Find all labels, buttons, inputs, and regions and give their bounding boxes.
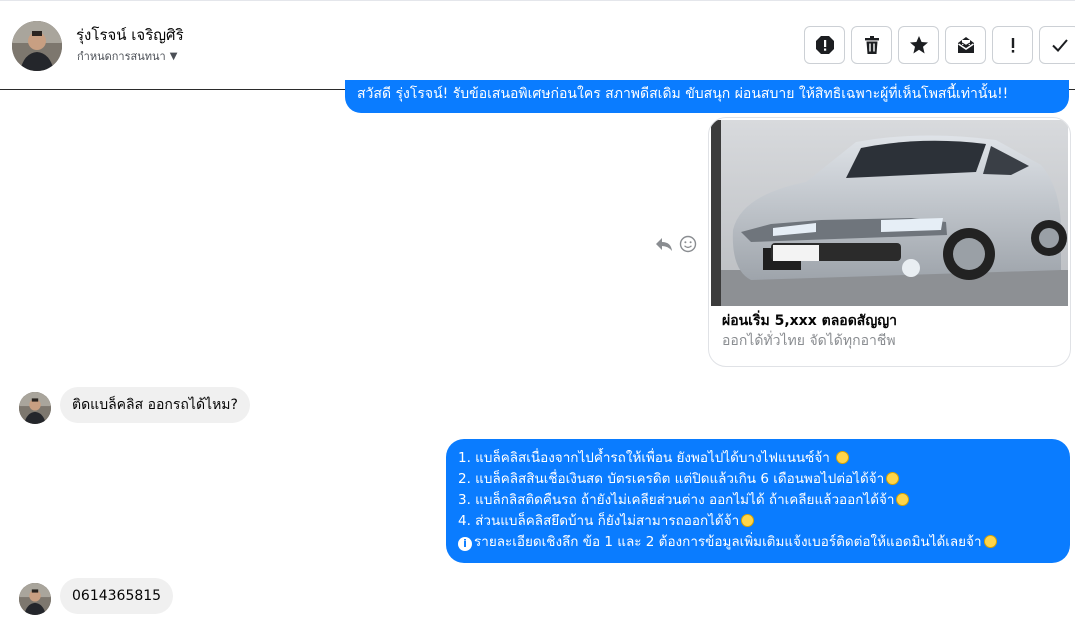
emoji-icon xyxy=(836,451,850,464)
car-photo xyxy=(711,120,1068,306)
emoji-icon xyxy=(886,472,900,485)
sender-avatar[interactable] xyxy=(19,583,51,615)
answer-line: 2. แบล็คลิสสินเชื่อเงินสด บัตรเครดิต แต่… xyxy=(458,469,1058,490)
emoji-icon xyxy=(741,514,755,527)
star-button[interactable] xyxy=(898,26,939,64)
conversation-header: รุ่งโรจน์ เจริญศิริ กำหนดการสนทนา ▼ xyxy=(0,0,1075,90)
card-title: ผ่อนเริ่ม 5,xxx ตลอดสัญญา xyxy=(722,313,898,329)
contact-name[interactable]: รุ่งโรจน์ เจริญศิริ xyxy=(76,23,184,47)
mark-unread-icon xyxy=(957,37,974,53)
info-icon: i xyxy=(458,537,472,551)
reply-icon[interactable] xyxy=(655,236,673,252)
emoji-icon xyxy=(983,535,997,548)
delete-button[interactable] xyxy=(851,26,892,64)
schedule-label: กำหนดการสนทนา xyxy=(77,50,166,63)
emoji-react-icon[interactable] xyxy=(679,235,697,253)
check-icon xyxy=(1051,39,1068,52)
exclamation-icon xyxy=(1011,38,1014,53)
report-icon xyxy=(815,36,834,54)
mark-unread-button[interactable] xyxy=(945,26,986,64)
card-subtitle: ออกได้ทั่วไทย จัดได้ทุกอาชีพ xyxy=(722,333,896,349)
answer-line: i รายละเอียดเชิงลึก ข้อ 1 และ 2 ต้องการข้… xyxy=(458,532,1058,553)
outgoing-message-answer[interactable]: 1. แบล็คลิสเนื่องจากไปค้ำรถให้เพื่อน ยัง… xyxy=(446,439,1070,563)
answer-line: 3. แบล็กลิสติดคืนรถ ถ้ายังไม่เคลียส่วนต่… xyxy=(458,490,1058,511)
contact-avatar[interactable] xyxy=(12,21,62,71)
header-actions xyxy=(804,26,1075,64)
report-button[interactable] xyxy=(804,26,845,64)
sender-avatar[interactable] xyxy=(19,392,51,424)
incoming-message-phone[interactable]: 0614365815 xyxy=(60,578,174,614)
car-offer-card[interactable]: ผ่อนเริ่ม 5,xxx ตลอดสัญญา ออกได้ทั่วไทย … xyxy=(708,117,1071,367)
trash-icon xyxy=(864,36,879,54)
caret-down-icon: ▼ xyxy=(169,50,178,62)
incoming-message-question[interactable]: ติดแบล็คลิส ออกรถได้ไหม? xyxy=(60,387,250,423)
answer-line: 4. ส่วนแบล็คลิสยึดบ้าน ก็ยังไม่สามารถออก… xyxy=(458,511,1058,532)
star-icon xyxy=(909,36,928,54)
emoji-icon xyxy=(896,493,910,506)
outgoing-message-banner[interactable]: สวัสดี รุ่งโรจน์! รับข้อเสนอพิเศษก่อนใคร… xyxy=(345,80,1069,113)
mark-done-button[interactable] xyxy=(1039,26,1075,64)
schedule-dropdown[interactable]: กำหนดการสนทนา ▼ xyxy=(77,47,177,65)
answer-line: 1. แบล็คลิสเนื่องจากไปค้ำรถให้เพื่อน ยัง… xyxy=(458,448,1058,469)
mark-important-button[interactable] xyxy=(992,26,1033,64)
